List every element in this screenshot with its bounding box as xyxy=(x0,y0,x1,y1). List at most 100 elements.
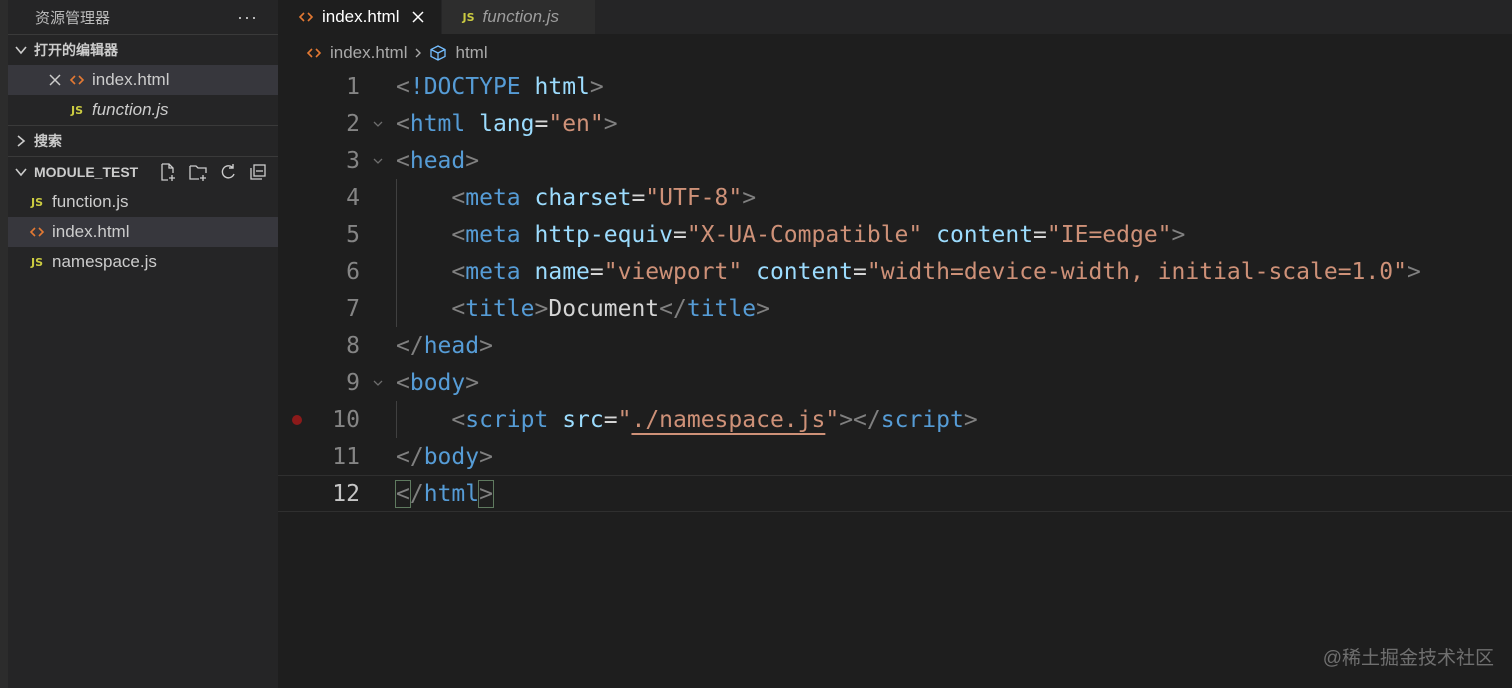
code-editor[interactable]: 1 <!DOCTYPE html> 2 <html lang="en"> 3 <… xyxy=(278,68,1512,512)
code-line[interactable]: 3 <head> xyxy=(278,142,1512,179)
tok-bracket: > xyxy=(589,73,604,100)
tok-quote: " xyxy=(825,406,840,433)
tok-tag: body xyxy=(423,443,480,470)
refresh-icon[interactable] xyxy=(218,162,238,182)
project-section[interactable]: MODULE_TEST xyxy=(8,156,278,187)
code-line[interactable]: 11 </body> xyxy=(278,438,1512,475)
tok-tag: script xyxy=(465,406,549,433)
tab-label: function.js xyxy=(482,7,560,26)
tok-value: "X-UA-Compatible" xyxy=(686,221,923,248)
code-line[interactable]: 2 <html lang="en"> xyxy=(278,105,1512,142)
line-content: <head> xyxy=(396,148,479,174)
tok-tag: head xyxy=(423,332,480,359)
open-editor-item-function[interactable]: JS function.js xyxy=(8,95,278,125)
new-file-icon[interactable] xyxy=(158,162,178,182)
line-number: 11 xyxy=(332,443,360,470)
tok-bracket: > xyxy=(1171,221,1186,248)
tab-bar: index.html JS function.js xyxy=(278,0,1512,34)
tok-tag: meta xyxy=(465,184,521,211)
line-number: 10 xyxy=(332,406,360,433)
more-actions-icon[interactable]: ··· xyxy=(237,7,258,28)
open-editor-label: function.js xyxy=(92,100,169,119)
code-line[interactable]: 7 <title>Document</title> xyxy=(278,290,1512,327)
tok-bracket: </ xyxy=(659,295,687,322)
activity-bar xyxy=(0,0,8,688)
chevron-right-icon xyxy=(8,134,34,148)
open-editors-section[interactable]: 打开的编辑器 xyxy=(8,34,278,65)
tok-bracket: < xyxy=(451,221,466,248)
tok-bracket: < xyxy=(451,258,466,285)
tok-bracket: / xyxy=(409,480,424,507)
tok-bracket: < xyxy=(396,369,410,396)
code-line[interactable]: 9 <body> xyxy=(278,364,1512,401)
indent-guide xyxy=(396,290,397,327)
tok-bracket: < xyxy=(451,184,466,211)
code-line[interactable]: 4 <meta charset="UTF-8"> xyxy=(278,179,1512,216)
tok-bracket-match: < xyxy=(395,479,411,508)
tok-tag: meta xyxy=(465,258,521,285)
tok-attr: lang xyxy=(479,110,535,137)
tok-eq: = xyxy=(853,258,867,285)
code-line-current[interactable]: 12 </html> xyxy=(278,475,1512,512)
close-icon[interactable] xyxy=(44,73,66,87)
line-content: <meta http-equiv="X-UA-Compatible" conte… xyxy=(396,222,1185,248)
tok-bracket: > xyxy=(1406,258,1421,285)
js-file-icon: JS xyxy=(30,195,43,209)
tok-tag: head xyxy=(409,147,466,174)
tok-bracket: </ xyxy=(396,443,424,470)
line-number: 2 xyxy=(346,110,360,137)
breadcrumb-file[interactable]: index.html xyxy=(330,43,407,63)
new-folder-icon[interactable] xyxy=(188,162,208,182)
line-number: 3 xyxy=(346,147,360,174)
code-line[interactable]: 5 <meta http-equiv="X-UA-Compatible" con… xyxy=(278,216,1512,253)
indent-guide xyxy=(396,179,397,216)
tok-bracket-match: > xyxy=(478,479,494,508)
code-line[interactable]: 8 </head> xyxy=(278,327,1512,364)
chevron-down-icon[interactable] xyxy=(360,377,396,389)
tok-eq: = xyxy=(589,258,604,285)
tab-index-html[interactable]: index.html xyxy=(278,0,443,34)
tok-value: "UTF-8" xyxy=(645,184,743,211)
tok-tag: html xyxy=(423,480,480,507)
tok-bracket: > xyxy=(603,110,618,137)
tok-link[interactable]: ./namespace.js xyxy=(631,407,825,433)
tok-tag: meta xyxy=(465,221,521,248)
tok-eq: = xyxy=(1033,221,1047,248)
line-number: 12 xyxy=(332,480,360,507)
indent-guide xyxy=(396,216,397,253)
line-number: 8 xyxy=(346,332,360,359)
collapse-all-icon[interactable] xyxy=(248,162,268,182)
tok-attr: name xyxy=(534,258,590,285)
code-line[interactable]: 10 <script src="./namespace.js"></script… xyxy=(278,401,1512,438)
chevron-down-icon[interactable] xyxy=(360,118,396,130)
tok-value: "viewport" xyxy=(603,258,743,285)
breadcrumb-symbol[interactable]: html xyxy=(455,43,487,63)
tab-label: index.html xyxy=(322,7,400,26)
breadcrumb: index.html html xyxy=(278,34,1512,72)
line-content: <script src="./namespace.js"></script> xyxy=(396,406,977,433)
tab-function-js[interactable]: JS function.js xyxy=(442,0,597,34)
search-section[interactable]: 搜索 xyxy=(8,125,278,156)
open-editor-item-index[interactable]: index.html xyxy=(8,65,278,95)
tok-value: "en" xyxy=(548,110,604,137)
breakpoint-icon[interactable] xyxy=(292,415,302,425)
code-line[interactable]: 6 <meta name="viewport" content="width=d… xyxy=(278,253,1512,290)
chevron-down-icon[interactable] xyxy=(360,155,396,167)
code-line[interactable]: 1 <!DOCTYPE html> xyxy=(278,68,1512,105)
line-number: 4 xyxy=(346,184,360,211)
explorer-title: 资源管理器 xyxy=(35,9,111,27)
tok-bracket: ></ xyxy=(839,406,881,433)
editor-area: index.html JS function.js index.html htm… xyxy=(278,0,1512,688)
tok-bracket: > xyxy=(534,295,549,322)
line-number: 6 xyxy=(346,258,360,285)
tok-bracket: > xyxy=(465,369,480,396)
file-item-function[interactable]: JS function.js xyxy=(8,187,278,217)
indent-guide xyxy=(396,401,397,438)
file-item-index[interactable]: index.html xyxy=(8,217,278,247)
close-icon[interactable] xyxy=(411,10,425,24)
line-content: <meta charset="UTF-8"> xyxy=(396,185,756,211)
open-editors-label: 打开的编辑器 xyxy=(34,42,118,58)
line-content: <body> xyxy=(396,370,479,396)
tok-doctype: !DOCTYPE xyxy=(409,73,521,100)
file-item-namespace[interactable]: JS namespace.js xyxy=(8,247,278,277)
